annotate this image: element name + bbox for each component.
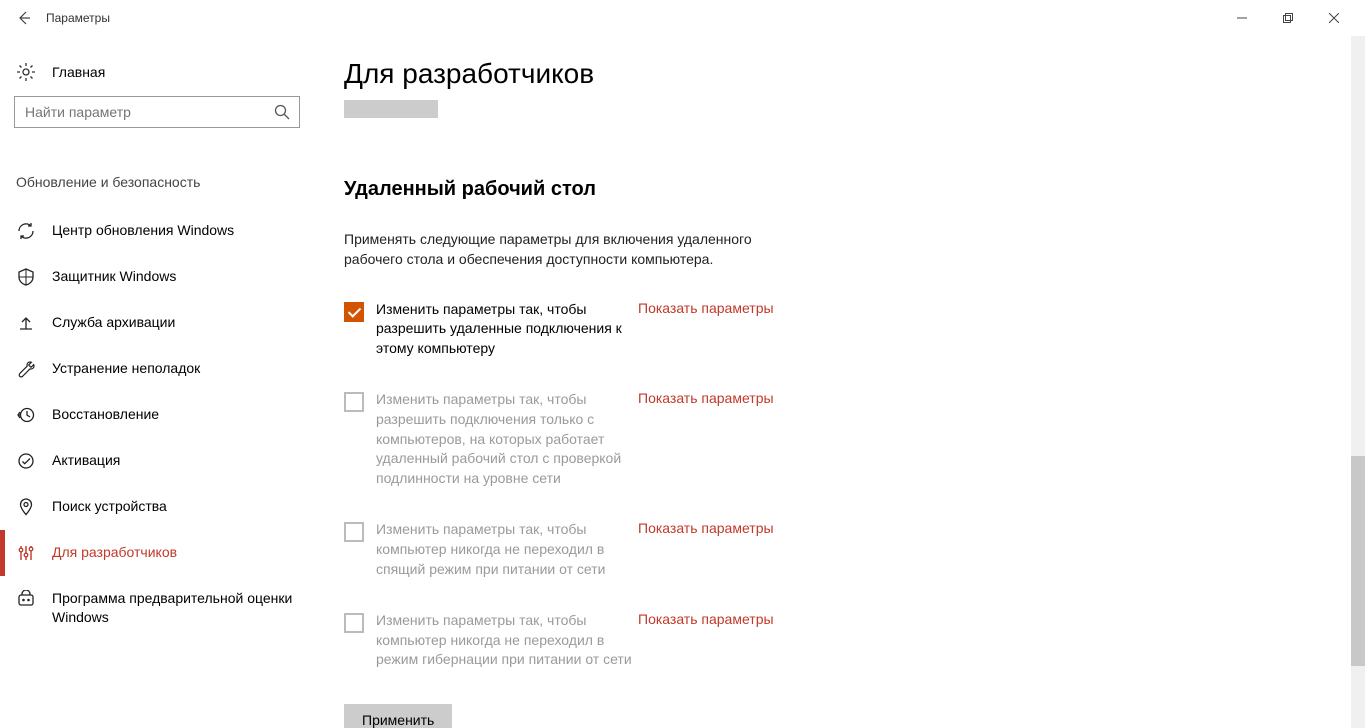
sync-icon [16,221,36,241]
history-icon [16,405,36,425]
back-button[interactable] [8,2,40,34]
sidebar-item-defender[interactable]: Защитник Windows [14,254,306,300]
option-label: Изменить параметры так, чтобы компьютер … [376,611,638,670]
maximize-icon [1283,13,1293,23]
show-settings-link[interactable]: Показать параметры [638,390,774,406]
back-arrow-icon [16,10,32,26]
option-remote-connections: Изменить параметры так, чтобы разрешить … [344,300,824,359]
option-label: Изменить параметры так, чтобы компьютер … [376,520,638,579]
sidebar-item-label: Активация [52,451,120,470]
show-settings-link[interactable]: Показать параметры [638,611,774,627]
search-input[interactable] [25,104,269,120]
maximize-button[interactable] [1265,2,1311,34]
window-title: Параметры [46,11,110,25]
location-icon [16,497,36,517]
sidebar-section-header: Обновление и безопасность [14,174,306,190]
shield-icon [16,267,36,287]
sidebar-item-label: Восстановление [52,405,159,424]
upload-icon [16,313,36,333]
sidebar-item-backup[interactable]: Служба архивации [14,300,306,346]
sidebar: Главная Обновление и безопасность Центр … [0,36,320,728]
close-button[interactable] [1311,2,1357,34]
checkbox[interactable] [344,392,364,412]
apply-button[interactable]: Применить [344,704,452,728]
sidebar-item-find-device[interactable]: Поиск устройства [14,484,306,530]
option-nla: Изменить параметры так, чтобы разрешить … [344,390,824,488]
gear-icon [16,62,36,82]
checkbox[interactable] [344,302,364,322]
page-title: Для разработчиков [344,58,1335,90]
minimize-icon [1237,13,1247,23]
checkbox[interactable] [344,613,364,633]
scrollbar-thumb[interactable] [1351,456,1365,666]
remote-desktop-desc: Применять следующие параметры для включе… [344,229,784,270]
option-label: Изменить параметры так, чтобы разрешить … [376,390,638,488]
checkbox[interactable] [344,522,364,542]
check-circle-icon [16,451,36,471]
search-icon [273,103,291,126]
option-no-hibernate: Изменить параметры так, чтобы компьютер … [344,611,824,670]
minimize-button[interactable] [1219,2,1265,34]
show-settings-link[interactable]: Показать параметры [638,300,774,316]
close-icon [1329,13,1339,23]
sidebar-item-insider[interactable]: Программа предварительной оценки Windows [14,576,306,640]
sidebar-item-recovery[interactable]: Восстановление [14,392,306,438]
home-nav[interactable]: Главная [14,58,306,96]
sidebar-item-activation[interactable]: Активация [14,438,306,484]
sidebar-item-label: Защитник Windows [52,267,176,286]
sidebar-item-label: Центр обновления Windows [52,221,234,240]
show-settings-link[interactable]: Показать параметры [638,520,774,536]
content-area: Для разработчиков Удаленный рабочий стол… [320,36,1365,728]
search-box[interactable] [14,96,300,128]
sidebar-item-label: Для разработчиков [52,543,177,562]
sidebar-item-label: Программа предварительной оценки Windows [52,589,306,627]
vertical-scrollbar[interactable] [1351,36,1365,728]
remote-desktop-heading: Удаленный рабочий стол [344,178,1335,201]
sidebar-item-label: Поиск устройства [52,497,167,516]
developers-icon [16,543,36,563]
insider-icon [16,589,36,609]
home-label: Главная [52,64,105,80]
partial-button[interactable] [344,100,438,118]
sidebar-item-developers[interactable]: Для разработчиков [14,530,306,576]
wrench-icon [16,359,36,379]
option-label: Изменить параметры так, чтобы разрешить … [376,300,638,359]
sidebar-item-troubleshoot[interactable]: Устранение неполадок [14,346,306,392]
sidebar-item-update[interactable]: Центр обновления Windows [14,208,306,254]
sidebar-item-label: Служба архивации [52,313,175,332]
sidebar-item-label: Устранение неполадок [52,359,200,378]
option-no-sleep: Изменить параметры так, чтобы компьютер … [344,520,824,579]
